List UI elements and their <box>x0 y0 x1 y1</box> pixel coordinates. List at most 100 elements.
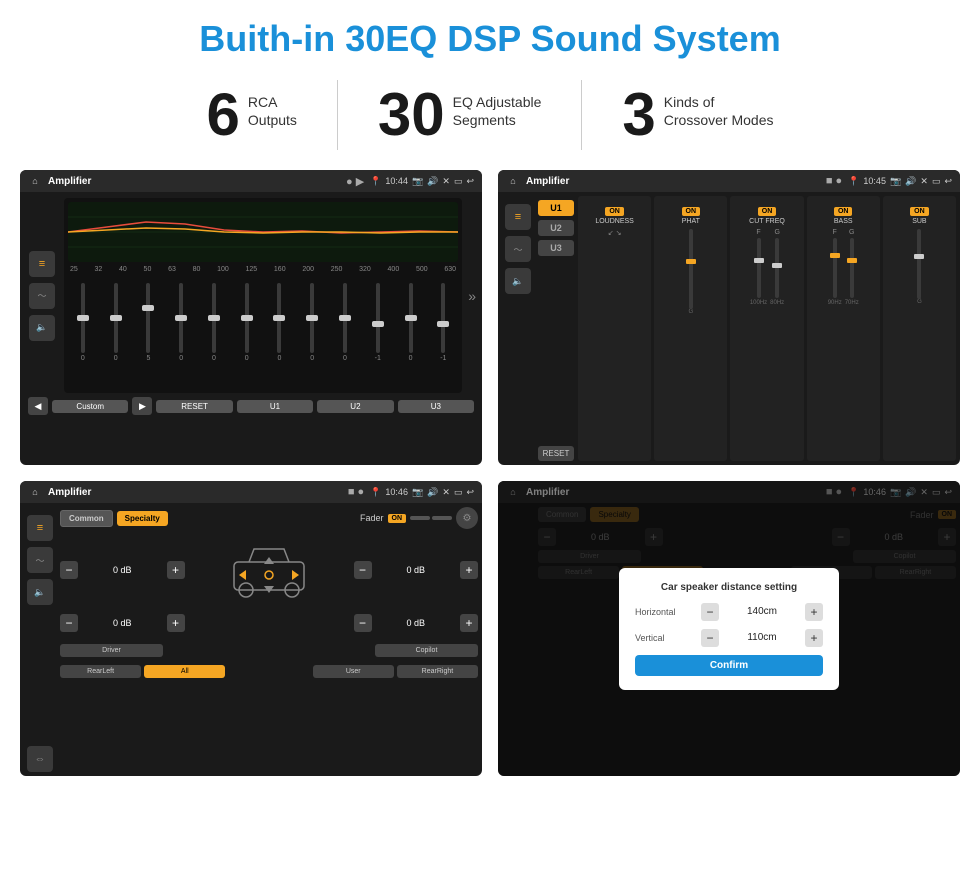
fader-h-track-1 <box>410 516 430 520</box>
vol-plus-2[interactable]: + <box>167 614 185 632</box>
vol-val-3: 0 dB <box>376 565 457 575</box>
u1-button[interactable]: U1 <box>538 200 574 216</box>
vertical-minus-btn[interactable]: − <box>701 629 719 647</box>
eq-slider-11[interactable]: 0 <box>396 283 426 362</box>
back-icon-eq[interactable]: ↩ <box>466 176 474 187</box>
cutfreq-label: CUT FREQ <box>734 218 799 225</box>
volume-icon-crossover: 🔊 <box>905 176 916 187</box>
vol-minus-2[interactable]: − <box>60 614 78 632</box>
status-icons-eq: 📍 10:44 📷 🔊 ✕ ▭ ↩ <box>370 176 474 187</box>
eq-u1-btn[interactable]: U1 <box>237 400 313 413</box>
vol-minus-4[interactable]: − <box>354 614 372 632</box>
crossover-reset-btn[interactable]: RESET <box>538 446 574 461</box>
dialog-overlay: Car speaker distance setting Horizontal … <box>498 481 960 776</box>
home-icon-eq[interactable]: ⌂ <box>28 174 42 188</box>
eq-slider-12[interactable]: -1 <box>428 283 458 362</box>
fader-content: ≡ 〜 🔈 ⇔ Common Specialty Fader <box>20 503 482 776</box>
speaker-icon-crossover: 🔈 <box>512 276 523 287</box>
eq-expand-btn[interactable]: » <box>468 198 476 393</box>
vol-plus-4[interactable]: + <box>460 614 478 632</box>
eq-val-8: 0 <box>310 355 314 362</box>
fader-sidebar-btn-1[interactable]: ≡ <box>27 515 53 541</box>
eq-u2-btn[interactable]: U2 <box>317 400 393 413</box>
cutfreq-slider-f[interactable]: F 100Hz <box>750 229 767 306</box>
eq-thumb-3 <box>142 305 154 311</box>
eq-val-12: -1 <box>440 355 446 362</box>
page-title: Buith-in 30EQ DSP Sound System <box>0 0 980 70</box>
vertical-plus-btn[interactable]: + <box>805 629 823 647</box>
eq-sidebar-btn-1[interactable]: ≡ <box>29 251 55 277</box>
horizontal-label: Horizontal <box>635 607 695 617</box>
fader-sidebar-btn-2[interactable]: 〜 <box>27 547 53 573</box>
fader-sidebar-btn-4[interactable]: ⇔ <box>27 746 53 772</box>
eq-slider-6[interactable]: 0 <box>232 283 262 362</box>
status-dot-eq: ● ▶ <box>346 175 364 188</box>
back-icon-fader[interactable]: ↩ <box>466 487 474 498</box>
eq-slider-8[interactable]: 0 <box>297 283 327 362</box>
eq-slider-7[interactable]: 0 <box>265 283 295 362</box>
eq-prev-btn[interactable]: ◀ <box>28 397 48 415</box>
home-icon-fader[interactable]: ⌂ <box>28 485 42 499</box>
vol-val-4: 0 dB <box>376 618 457 628</box>
eq-thumb-2 <box>110 315 122 321</box>
car-area <box>189 537 350 602</box>
eq-reset-btn[interactable]: RESET <box>156 400 232 413</box>
eq-slider-1[interactable]: 0 <box>68 283 98 362</box>
bass-thumb-f <box>830 253 840 258</box>
u2-button[interactable]: U2 <box>538 220 574 236</box>
equalizer-icon-crossover: ≡ <box>515 211 521 223</box>
eq-slider-4[interactable]: 0 <box>166 283 196 362</box>
specialty-mode-btn[interactable]: Specialty <box>117 511 168 526</box>
common-mode-btn[interactable]: Common <box>60 510 113 527</box>
driver-btn[interactable]: Driver <box>60 644 163 657</box>
rearleft-btn[interactable]: RearLeft <box>60 665 141 678</box>
all-btn[interactable]: All <box>144 665 225 678</box>
user-btn[interactable]: User <box>313 665 394 678</box>
eq-play-btn[interactable]: ▶ <box>132 397 152 415</box>
eq-track-3 <box>146 283 150 353</box>
phat-slider[interactable] <box>689 229 693 309</box>
vol-plus-1[interactable]: + <box>167 561 185 579</box>
vol-minus-1[interactable]: − <box>60 561 78 579</box>
fader-sidebar-btn-3[interactable]: 🔈 <box>27 579 53 605</box>
u3-button[interactable]: U3 <box>538 240 574 256</box>
bass-label: BASS <box>811 218 876 225</box>
horizontal-minus-btn[interactable]: − <box>701 603 719 621</box>
eq-u3-btn[interactable]: U3 <box>398 400 474 413</box>
sub-slider[interactable] <box>917 229 921 299</box>
vol-minus-3[interactable]: − <box>354 561 372 579</box>
fader-settings-btn[interactable]: ⚙ <box>456 507 478 529</box>
crossover-sidebar-btn-2[interactable]: 〜 <box>505 236 531 262</box>
eq-slider-3[interactable]: 5 <box>134 283 164 362</box>
crossover-sidebar-btn-3[interactable]: 🔈 <box>505 268 531 294</box>
horizontal-plus-btn[interactable]: + <box>805 603 823 621</box>
vol-row-1: − 0 dB + <box>60 537 478 602</box>
cutfreq-slider-g[interactable]: G 80Hz <box>770 229 784 306</box>
bass-slider-f[interactable]: F 90Hz <box>828 229 842 306</box>
cutfreq-val-f: 100Hz <box>750 300 767 306</box>
eq-slider-2[interactable]: 0 <box>101 283 131 362</box>
eq-sidebar-btn-3[interactable]: 🔈 <box>29 315 55 341</box>
copilot-btn[interactable]: Copilot <box>375 644 478 657</box>
car-svg <box>224 537 314 602</box>
eq-slider-9[interactable]: 0 <box>330 283 360 362</box>
stat-eq: 30 EQ AdjustableSegments <box>338 85 581 145</box>
back-icon-crossover[interactable]: ↩ <box>944 176 952 187</box>
eq-sidebar-btn-2[interactable]: 〜 <box>29 283 55 309</box>
rearright-btn[interactable]: RearRight <box>397 665 478 678</box>
home-icon-crossover[interactable]: ⌂ <box>506 174 520 188</box>
confirm-button[interactable]: Confirm <box>635 655 823 676</box>
wave-icon-fader: 〜 <box>35 554 44 567</box>
eq-slider-10[interactable]: -1 <box>363 283 393 362</box>
stats-row: 6 RCAOutputs 30 EQ AdjustableSegments 3 … <box>0 70 980 162</box>
eq-track-1 <box>81 283 85 353</box>
x-icon-fader: ✕ <box>442 487 450 498</box>
eq-track-4 <box>179 283 183 353</box>
bass-slider-g[interactable]: G 70Hz <box>845 229 859 306</box>
vol-plus-3[interactable]: + <box>460 561 478 579</box>
eq-content: ≡ 〜 🔈 <box>20 192 482 419</box>
crossover-sidebar-btn-1[interactable]: ≡ <box>505 204 531 230</box>
eq-slider-5[interactable]: 0 <box>199 283 229 362</box>
cutfreq-g-label: G <box>774 229 779 236</box>
stat-number-30: 30 <box>378 85 445 145</box>
